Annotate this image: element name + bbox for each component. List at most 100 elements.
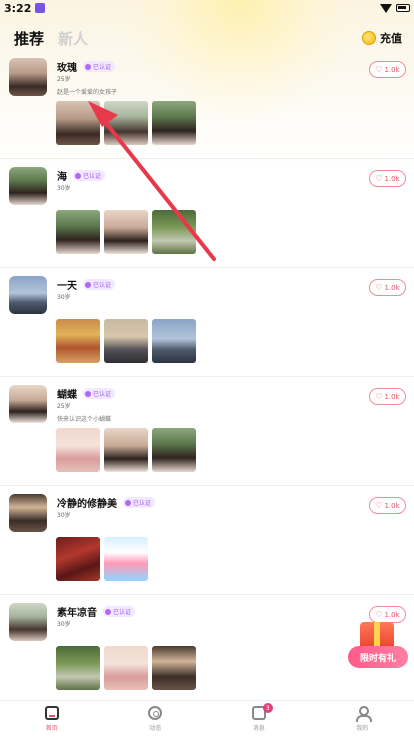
photo-strip: [56, 537, 148, 581]
photo-thumbnail[interactable]: [56, 210, 100, 254]
recharge-label: 充值: [380, 32, 402, 45]
avatar[interactable]: [9, 167, 47, 205]
user-age: 25岁: [57, 76, 71, 83]
like-button[interactable]: ♡ 1.0k: [369, 279, 406, 296]
avatar[interactable]: [9, 276, 47, 314]
user-name: 玫瑰: [57, 63, 77, 74]
nav-messages[interactable]: 3 消息: [207, 701, 311, 737]
like-count: 1.0k: [384, 283, 400, 292]
user-card[interactable]: 冷静的修静美 已认证 30岁 ♡ 1.0k: [0, 486, 414, 595]
photo-strip: [56, 646, 196, 690]
nav-profile-label: 我的: [356, 725, 369, 732]
nav-profile[interactable]: 我的: [311, 701, 414, 737]
verified-icon: [75, 172, 81, 179]
photo-thumbnail[interactable]: [56, 537, 100, 581]
heart-icon: ♡: [375, 392, 383, 401]
user-card[interactable]: 蝴蝶 已认证 25岁 快来认识这个小蝴蝶 ♡ 1.0k: [0, 377, 414, 486]
gift-promo-button[interactable]: 限时有礼: [348, 620, 408, 674]
app-notification-icon: [35, 3, 46, 13]
photo-thumbnail[interactable]: [104, 428, 148, 472]
avatar[interactable]: [9, 494, 47, 532]
photo-thumbnail[interactable]: [56, 319, 100, 363]
user-age: 30岁: [57, 185, 71, 192]
message-count-badge: 3: [262, 703, 273, 713]
user-card[interactable]: 一天 已认证 30岁 ♡ 1.0k: [0, 268, 414, 377]
battery-icon: [396, 4, 410, 12]
avatar[interactable]: [9, 385, 47, 423]
name-row: 一天 已认证: [57, 277, 116, 292]
name-row: 海 已认证: [57, 168, 106, 183]
like-button[interactable]: ♡ 1.0k: [369, 170, 406, 187]
photo-thumbnail[interactable]: [104, 210, 148, 254]
nav-messages-label: 消息: [252, 725, 265, 732]
like-count: 1.0k: [384, 174, 400, 183]
verified-badge: 已认证: [83, 61, 116, 72]
home-icon: [44, 706, 59, 720]
photo-thumbnail[interactable]: [104, 319, 148, 363]
photo-thumbnail[interactable]: [152, 319, 196, 363]
photo-thumbnail[interactable]: [104, 101, 148, 145]
name-row: 素年凉音 已认证: [57, 604, 136, 619]
user-card[interactable]: 玫瑰 已认证 25岁 赵是一个爱爱的女孩子 ♡ 1.0k: [0, 50, 414, 159]
name-row: 玫瑰 已认证: [57, 59, 116, 74]
like-button[interactable]: ♡ 1.0k: [369, 61, 406, 78]
photo-thumbnail[interactable]: [104, 646, 148, 690]
top-tabs: 推荐 新人: [14, 28, 88, 49]
like-count: 1.0k: [384, 610, 400, 619]
user-name: 海: [57, 172, 67, 183]
verified-icon: [125, 499, 131, 506]
user-name: 蝴蝶: [57, 390, 77, 401]
nav-moments[interactable]: 动态: [104, 701, 208, 737]
photo-thumbnail[interactable]: [152, 428, 196, 472]
verified-icon: [85, 63, 91, 70]
heart-icon: ♡: [375, 174, 383, 183]
verified-label: 已认证: [113, 609, 132, 616]
photo-thumbnail[interactable]: [56, 646, 100, 690]
photo-thumbnail[interactable]: [56, 428, 100, 472]
tab-newcomers[interactable]: 新人: [58, 28, 88, 49]
photo-strip: [56, 101, 196, 145]
moment-icon: [148, 706, 163, 720]
avatar[interactable]: [9, 603, 47, 641]
verified-badge: 已认证: [73, 170, 106, 181]
user-feed: 玫瑰 已认证 25岁 赵是一个爱爱的女孩子 ♡ 1.0k 海 已认证 30岁 ♡ 1…: [0, 50, 414, 704]
coin-icon: [362, 31, 376, 45]
nav-home[interactable]: 首页: [0, 701, 104, 737]
user-card[interactable]: 海 已认证 30岁 ♡ 1.0k: [0, 159, 414, 268]
photo-thumbnail[interactable]: [152, 646, 196, 690]
like-count: 1.0k: [384, 65, 400, 74]
user-name: 一天: [57, 281, 77, 292]
status-bar: 3:22: [0, 0, 414, 16]
bottom-nav: 首页 动态 3 消息 我的: [0, 700, 414, 737]
status-time: 3:22: [4, 1, 32, 15]
tab-recommend[interactable]: 推荐: [14, 28, 44, 49]
user-age: 30岁: [57, 294, 71, 301]
photo-thumbnail[interactable]: [104, 537, 148, 581]
verified-badge: 已认证: [83, 279, 116, 290]
user-name: 冷静的修静美: [57, 499, 117, 510]
user-age: 25岁: [57, 403, 71, 410]
verified-label: 已认证: [93, 391, 112, 398]
like-button[interactable]: ♡ 1.0k: [369, 388, 406, 405]
photo-thumbnail[interactable]: [152, 210, 196, 254]
like-count: 1.0k: [384, 392, 400, 401]
verified-label: 已认证: [83, 173, 102, 180]
user-bio: 快来认识这个小蝴蝶: [57, 416, 112, 423]
verified-label: 已认证: [133, 500, 152, 507]
recharge-button[interactable]: 充值: [362, 30, 402, 46]
photo-thumbnail[interactable]: [56, 101, 100, 145]
like-button[interactable]: ♡ 1.0k: [369, 497, 406, 514]
photo-thumbnail[interactable]: [152, 101, 196, 145]
avatar[interactable]: [9, 58, 47, 96]
nav-home-label: 首页: [45, 725, 58, 732]
verified-badge: 已认证: [123, 497, 156, 508]
app-screen: 3:22 推荐 新人 充值 玫瑰 已认证 25岁 赵是一个爱爱的女孩子 ♡ 1.0…: [0, 0, 414, 737]
heart-icon: ♡: [375, 501, 383, 510]
like-count: 1.0k: [384, 501, 400, 510]
verified-icon: [105, 608, 111, 615]
verified-label: 已认证: [93, 64, 112, 71]
gift-label: 限时有礼: [348, 646, 408, 668]
wifi-icon: [380, 3, 392, 13]
nav-moments-label: 动态: [149, 725, 162, 732]
verified-badge: 已认证: [83, 388, 116, 399]
